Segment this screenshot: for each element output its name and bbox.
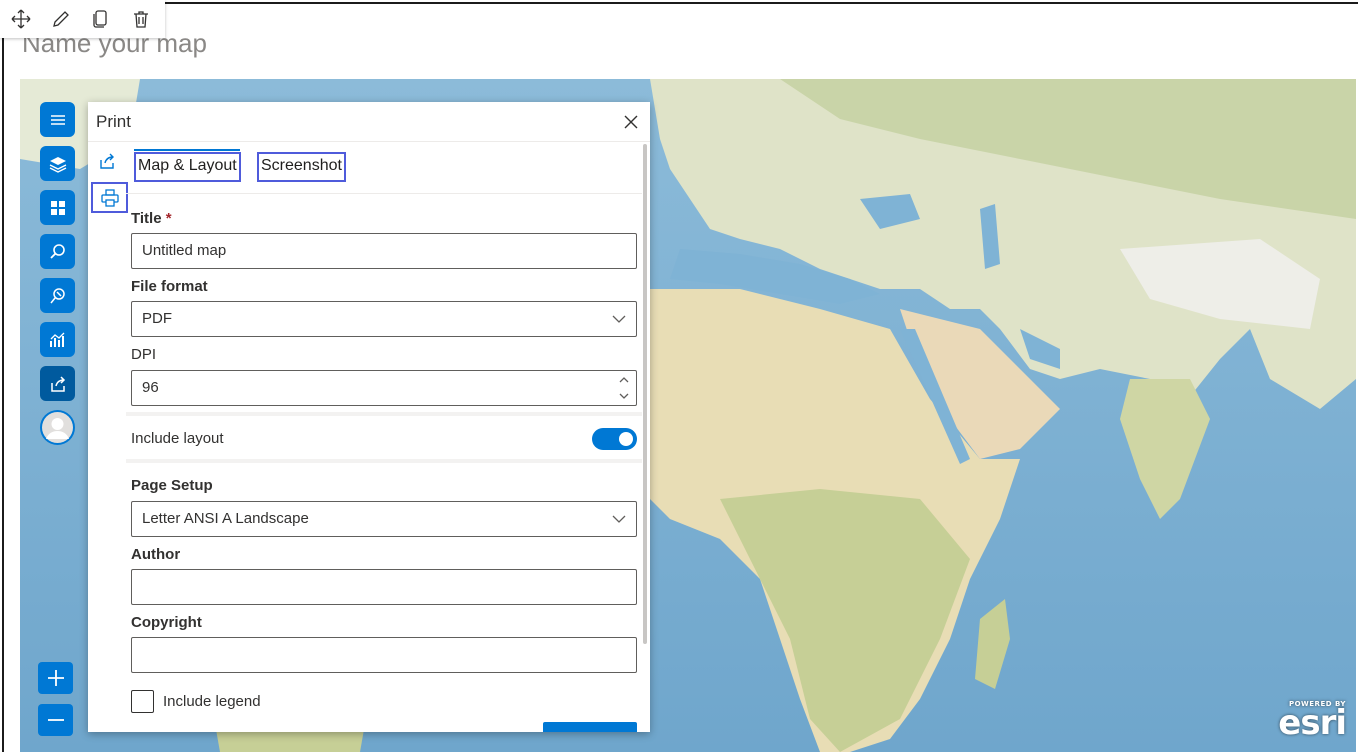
share-icon (100, 153, 114, 169)
include-legend-checkbox[interactable] (131, 690, 154, 713)
print-side-button[interactable] (91, 182, 128, 213)
analysis-button[interactable] (40, 322, 75, 357)
minus-icon (47, 719, 64, 721)
author-label: Author (131, 546, 181, 563)
chevron-down-icon (612, 515, 626, 523)
include-layout-label: Include layout (131, 430, 224, 447)
search-icon (49, 243, 65, 259)
move-icon[interactable] (8, 6, 34, 32)
file-format-value: PDF (142, 310, 172, 327)
file-format-select[interactable]: PDF (131, 301, 637, 337)
hamburger-icon (50, 114, 65, 125)
close-button[interactable] (620, 111, 642, 133)
copy-icon[interactable] (88, 6, 114, 32)
tab-map-layout[interactable]: Map & Layout (134, 152, 241, 182)
page-setup-value: Letter ANSI A Landscape (142, 510, 309, 527)
zoom-in-button[interactable] (38, 662, 73, 694)
copyright-input[interactable] (131, 637, 637, 673)
dpi-value: 96 (142, 379, 159, 396)
title-label-text: Title (131, 210, 162, 227)
spinner-icon (619, 377, 629, 399)
esri-word: esri (1278, 703, 1347, 743)
trash-icon[interactable] (128, 6, 154, 32)
profile-avatar[interactable] (40, 410, 75, 445)
include-layout-toggle[interactable] (592, 428, 637, 450)
avatar-icon (42, 412, 73, 443)
edit-toolbar (0, 0, 165, 38)
tab-screenshot[interactable]: Screenshot (257, 152, 346, 182)
basemap-icon (50, 200, 65, 215)
toggle-knob (619, 432, 633, 446)
printer-icon (100, 188, 119, 207)
title-input[interactable]: Untitled map (131, 233, 637, 269)
layers-button[interactable] (40, 146, 75, 181)
pencil-icon[interactable] (48, 6, 74, 32)
panel-scrollbar[interactable] (643, 144, 647, 644)
menu-button[interactable] (40, 102, 75, 137)
panel-title: Print (96, 112, 131, 131)
title-label: Title * (131, 210, 172, 227)
locate-button[interactable] (40, 278, 75, 313)
chevron-down-icon (612, 315, 626, 323)
page-setup-label: Page Setup (131, 477, 213, 494)
section-divider (126, 459, 642, 463)
required-marker: * (165, 210, 172, 227)
close-icon (624, 115, 638, 129)
dpi-label: DPI (131, 346, 157, 363)
author-input[interactable] (131, 569, 637, 605)
chart-icon (49, 332, 64, 347)
tool-rail (40, 102, 75, 454)
share-icon (50, 375, 65, 392)
file-format-label: File format (131, 278, 208, 295)
share-side-button[interactable] (94, 148, 120, 174)
include-legend-label: Include legend (163, 693, 261, 710)
share-button[interactable] (40, 366, 75, 401)
page-setup-select[interactable]: Letter ANSI A Landscape (131, 501, 637, 537)
print-panel: Print Map & Layout Screenshot Title * Un… (88, 102, 650, 732)
search-button[interactable] (40, 234, 75, 269)
dpi-input[interactable]: 96 (131, 370, 637, 406)
zoom-out-button[interactable] (38, 704, 73, 736)
copyright-label: Copyright (131, 614, 202, 631)
print-submit-button[interactable] (543, 722, 637, 732)
plus-icon (47, 670, 64, 686)
panel-header: Print (88, 102, 650, 142)
location-icon (49, 287, 65, 303)
section-divider (126, 412, 642, 416)
layers-icon (49, 156, 66, 173)
tab-selected-indicator (134, 149, 240, 151)
basemap-button[interactable] (40, 190, 75, 225)
esri-attribution-logo: POWERED BY esri (1278, 700, 1347, 743)
panel-side-icons (88, 142, 128, 732)
